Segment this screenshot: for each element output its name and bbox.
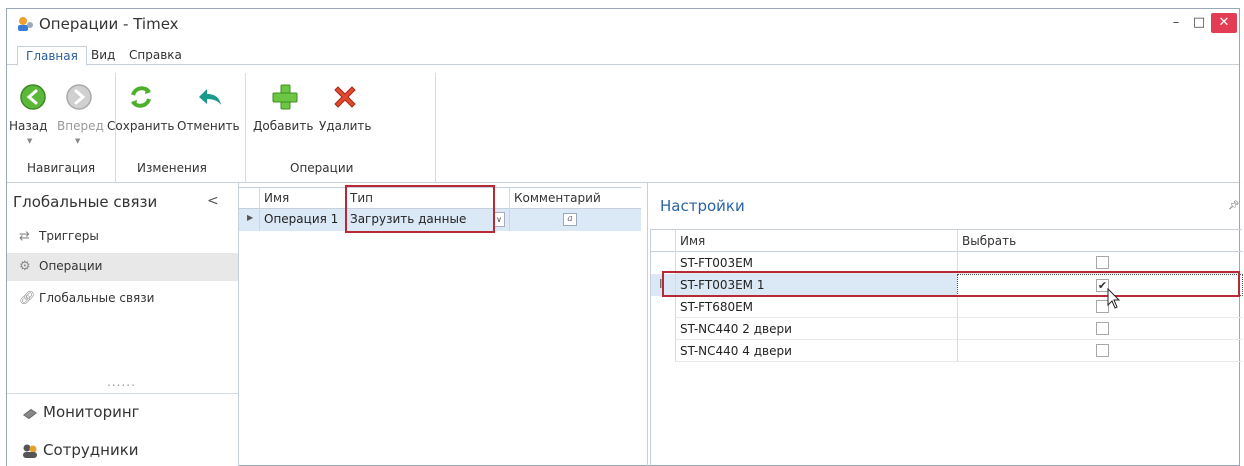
column-header-name[interactable]: Имя bbox=[675, 230, 957, 252]
ribbon: Назад ▼ Вперед ▼ Сохранить Отменить Доба… bbox=[7, 65, 1239, 183]
operations-grid: Имя Тип Комментарий ▶ Операция 1 Загрузи… bbox=[239, 183, 641, 466]
group-changes-label: Изменения bbox=[137, 161, 207, 175]
settings-panel: Настройки 📌︎ Имя Выбрать ST-FT003EM I ST… bbox=[647, 183, 1243, 466]
table-row[interactable]: ST-NC440 2 двери bbox=[651, 318, 1243, 340]
back-label: Назад bbox=[9, 119, 48, 133]
device-name-cell: ST-NC440 2 двери bbox=[675, 318, 957, 340]
highlight-frame bbox=[345, 185, 495, 233]
column-header-select[interactable]: Выбрать bbox=[957, 230, 1243, 252]
settings-grid: Имя Выбрать ST-FT003EM I ST-FT003EM 1 ✔ … bbox=[650, 229, 1243, 466]
delete-x-icon bbox=[334, 86, 356, 108]
delete-label: Удалить bbox=[319, 119, 372, 133]
navigation-pane: Глобальные связи < ⇄ Триггеры ⚙ Операции… bbox=[7, 183, 239, 466]
collapse-icon[interactable]: < bbox=[207, 193, 219, 209]
nav-item-label: Триггеры bbox=[39, 229, 99, 243]
window-title: Операции - Timex bbox=[39, 15, 179, 33]
nav-item-operations[interactable]: ⚙ Операции bbox=[7, 253, 238, 281]
forward-arrow-icon bbox=[66, 84, 92, 110]
nav-title: Глобальные связи bbox=[13, 193, 158, 211]
link-icon: 🔗︎ bbox=[19, 291, 36, 306]
save-label: Сохранить bbox=[107, 119, 175, 133]
gear-icon: ⚙ bbox=[19, 259, 31, 274]
select-cell[interactable] bbox=[957, 340, 1243, 362]
column-header-name[interactable]: Имя bbox=[259, 188, 345, 210]
nav-item-label: Операции bbox=[39, 259, 103, 273]
arrows-icon: ⇄ bbox=[19, 229, 30, 244]
group-separator bbox=[435, 73, 436, 183]
tab-home[interactable]: Главная bbox=[17, 46, 87, 66]
select-checkbox[interactable] bbox=[1096, 256, 1109, 269]
mouse-pointer-icon bbox=[1107, 288, 1121, 309]
title-bar: Операции - Timex – □ ✕ bbox=[7, 9, 1239, 39]
operation-name-cell[interactable]: Операция 1 bbox=[259, 209, 345, 231]
app-window: Операции - Timex – □ ✕ Главная Вид Справ… bbox=[6, 8, 1243, 466]
nav-splitter-handle[interactable]: ...... bbox=[107, 375, 136, 389]
nav-item-label: Мониторинг bbox=[43, 403, 140, 421]
table-row[interactable]: ST-FT680EM bbox=[651, 296, 1243, 318]
nav-divider bbox=[7, 393, 238, 394]
row-indicator-icon: ▶ bbox=[247, 213, 254, 222]
select-checkbox[interactable] bbox=[1096, 322, 1109, 335]
tab-help[interactable]: Справка bbox=[121, 46, 190, 66]
group-operations-label: Операции bbox=[290, 161, 354, 175]
employees-icon bbox=[23, 444, 37, 458]
undo-icon bbox=[199, 89, 221, 105]
nav-item-triggers[interactable]: ⇄ Триггеры bbox=[7, 223, 238, 251]
nav-item-label: Сотрудники bbox=[43, 441, 139, 459]
ribbon-tabs: Главная Вид Справка bbox=[7, 43, 1239, 66]
plus-icon bbox=[272, 84, 298, 110]
select-cell[interactable] bbox=[957, 318, 1243, 340]
device-name-cell: ST-NC440 4 двери bbox=[675, 340, 957, 362]
comment-editor-icon[interactable]: a bbox=[563, 213, 577, 226]
nav-item-employees[interactable]: Сотрудники bbox=[7, 435, 238, 466]
back-dropdown-icon[interactable]: ▼ bbox=[27, 137, 32, 145]
tab-view[interactable]: Вид bbox=[83, 46, 123, 66]
select-cell[interactable] bbox=[957, 296, 1243, 318]
table-row[interactable]: ST-NC440 4 двери bbox=[651, 340, 1243, 362]
group-navigation-label: Навигация bbox=[27, 161, 96, 175]
forward-label: Вперед bbox=[57, 119, 104, 133]
monitor-icon bbox=[23, 409, 37, 419]
device-name-cell: ST-FT680EM bbox=[675, 296, 957, 318]
cancel-label: Отменить bbox=[177, 119, 240, 133]
nav-item-global-links[interactable]: 🔗︎ Глобальные связи bbox=[7, 285, 238, 313]
column-header-comment[interactable]: Комментарий bbox=[509, 188, 641, 210]
add-label: Добавить bbox=[253, 119, 314, 133]
close-button[interactable]: ✕ bbox=[1211, 13, 1237, 33]
group-separator bbox=[115, 73, 116, 183]
settings-title: Настройки bbox=[660, 197, 745, 215]
refresh-icon bbox=[131, 86, 151, 108]
nav-item-monitoring[interactable]: Мониторинг bbox=[7, 397, 238, 429]
group-separator bbox=[245, 73, 246, 183]
grid-header: Имя Выбрать bbox=[651, 230, 1243, 252]
pin-icon[interactable]: 📌︎ bbox=[1228, 201, 1239, 211]
minimize-button[interactable]: – bbox=[1165, 13, 1187, 33]
maximize-button[interactable]: □ bbox=[1188, 13, 1210, 33]
highlight-frame bbox=[662, 271, 1240, 297]
app-icon bbox=[18, 17, 33, 31]
forward-dropdown-icon[interactable]: ▼ bbox=[75, 137, 80, 145]
nav-item-label: Глобальные связи bbox=[39, 291, 155, 305]
back-arrow-icon bbox=[20, 84, 46, 110]
select-checkbox[interactable] bbox=[1096, 344, 1109, 357]
